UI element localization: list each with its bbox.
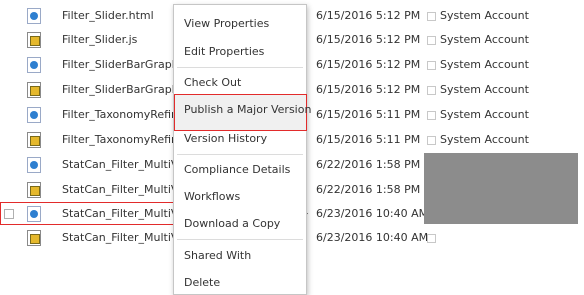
menu-separator: [177, 67, 303, 68]
modified-by[interactable]: System Account: [440, 9, 529, 22]
modified-date: 6/15/2016 5:11 PM: [316, 108, 421, 121]
menu-item-edit-properties[interactable]: Edit Properties: [184, 45, 264, 58]
context-menu: View Properties Edit Properties Check Ou…: [173, 4, 311, 295]
menu-separator: [177, 239, 303, 240]
modified-date: 6/15/2016 5:12 PM: [316, 33, 421, 46]
presence-indicator: [427, 12, 436, 21]
html-file-icon: [27, 157, 41, 173]
menu-item-check-out[interactable]: Check Out: [184, 76, 241, 89]
js-file-icon: [27, 82, 41, 98]
modified-date: 6/22/2016 1:58 PM: [316, 183, 421, 196]
modified-by[interactable]: System Account: [440, 133, 529, 146]
file-name-link[interactable]: StatCan_Filter_MultiValu: [62, 158, 174, 171]
file-name-link[interactable]: StatCan_Filter_MultiValu: [62, 183, 174, 196]
menu-item-download-copy[interactable]: Download a Copy: [184, 217, 280, 230]
menu-item-shared-with[interactable]: Shared With: [184, 249, 251, 262]
modified-by[interactable]: System Account: [440, 83, 529, 96]
file-name-link[interactable]: Filter_TaxonomyRefinem: [62, 108, 174, 121]
html-file-icon: [27, 8, 41, 24]
file-name-link[interactable]: Filter_Slider.js: [62, 33, 137, 46]
modified-by[interactable]: System Account: [440, 58, 529, 71]
html-file-icon: [27, 57, 41, 73]
menu-item-compliance-details[interactable]: Compliance Details: [184, 163, 290, 176]
js-file-icon: [27, 32, 41, 48]
file-name-link[interactable]: Filter_SliderBarGraph.htm: [62, 58, 174, 71]
menu-item-publish-major-version[interactable]: Publish a Major Version: [184, 103, 311, 116]
modified-date: 6/22/2016 1:58 PM: [316, 158, 421, 171]
presence-indicator: [427, 234, 436, 243]
presence-indicator: [427, 86, 436, 95]
menu-item-view-properties[interactable]: View Properties: [184, 17, 269, 30]
menu-item-delete[interactable]: Delete: [184, 276, 220, 289]
file-name-link[interactable]: Filter_Slider.html: [62, 9, 154, 22]
modified-date: 6/23/2016 10:40 AM: [316, 207, 429, 220]
modified-by[interactable]: System Account: [440, 33, 529, 46]
js-file-icon: [27, 182, 41, 198]
modified-by[interactable]: System Account: [440, 108, 529, 121]
menu-separator: [177, 154, 303, 155]
presence-indicator: [427, 36, 436, 45]
file-name-link[interactable]: Filter_SliderBarGraph.js: [62, 83, 174, 96]
selected-row-highlight: [0, 202, 174, 225]
modified-date: 6/15/2016 5:12 PM: [316, 83, 421, 96]
html-file-icon: [27, 107, 41, 123]
presence-indicator: [427, 136, 436, 145]
file-name-link[interactable]: StatCan_Filter_MultiValu: [62, 231, 174, 244]
presence-indicator: [427, 111, 436, 120]
modified-date: 6/15/2016 5:12 PM: [316, 58, 421, 71]
file-name-link[interactable]: Filter_TaxonomyRefinem: [62, 133, 174, 146]
modified-date: 6/15/2016 5:12 PM: [316, 9, 421, 22]
js-file-icon: [27, 132, 41, 148]
redaction-block: [424, 153, 578, 224]
modified-date: 6/15/2016 5:11 PM: [316, 133, 421, 146]
js-file-icon: [27, 230, 41, 246]
modified-date: 6/23/2016 10:40 AM: [316, 231, 429, 244]
menu-item-version-history[interactable]: Version History: [184, 132, 267, 145]
menu-item-workflows[interactable]: Workflows: [184, 190, 240, 203]
presence-indicator: [427, 61, 436, 70]
